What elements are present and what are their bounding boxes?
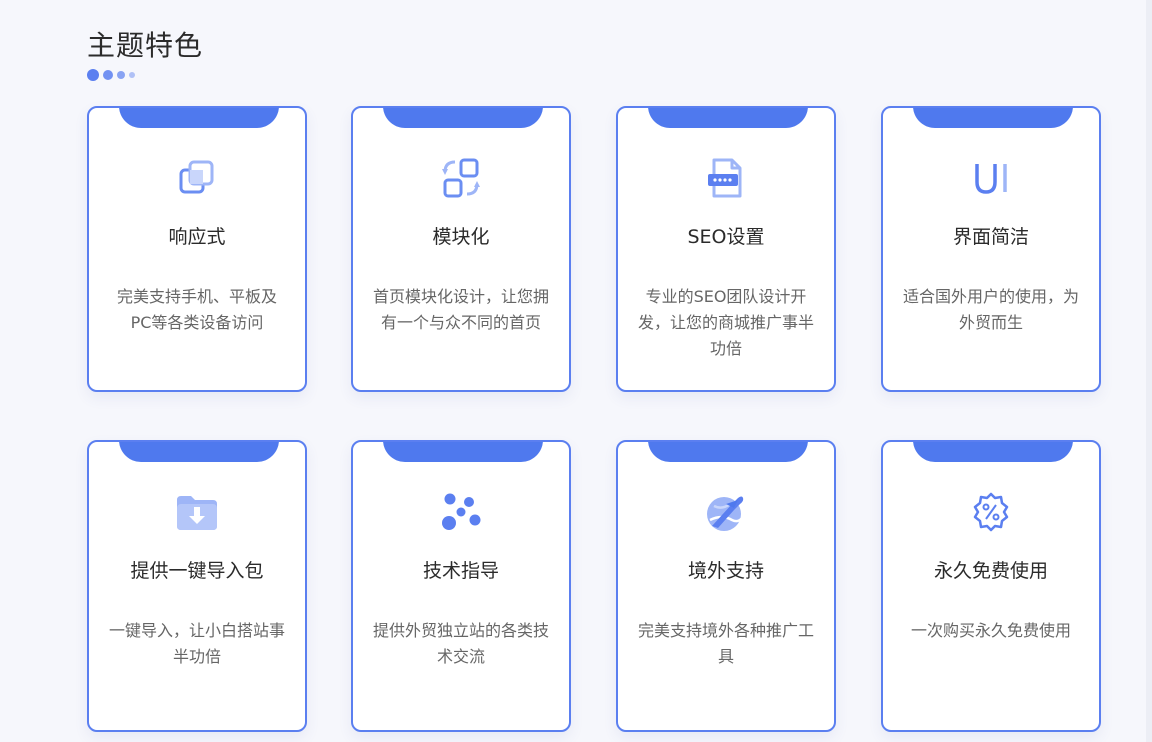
card-tab bbox=[913, 442, 1073, 462]
card-tab bbox=[383, 442, 543, 462]
seo-icon bbox=[704, 156, 748, 200]
card-description: 专业的SEO团队设计开发，让您的商城推广事半功倍 bbox=[637, 287, 814, 358]
card-title: 永久免费使用 bbox=[933, 560, 1048, 582]
card-tab bbox=[119, 108, 279, 128]
card-description: 完美支持手机、平板及PC等各类设备访问 bbox=[116, 287, 277, 332]
folder-download-icon bbox=[175, 490, 219, 534]
feature-card-ui[interactable]: 界面简洁 适合国外用户的使用，为外贸而生 bbox=[881, 106, 1101, 392]
card-title: 提供一键导入包 bbox=[130, 560, 264, 582]
feature-card-responsive[interactable]: 响应式 完美支持手机、平板及PC等各类设备访问 bbox=[87, 106, 307, 392]
feature-card-tech-support[interactable]: 技术指导 提供外贸独立站的各类技术交流 bbox=[351, 440, 571, 732]
decoration-dot bbox=[117, 71, 125, 79]
feature-card-import[interactable]: 提供一键导入包 一键导入，让小白搭站事半功倍 bbox=[87, 440, 307, 732]
card-tab bbox=[648, 442, 808, 462]
card-tab bbox=[119, 442, 279, 462]
decoration-dot bbox=[87, 69, 99, 81]
card-description: 一次购买永久免费使用 bbox=[910, 621, 1071, 640]
feature-card-modules[interactable]: 模块化 首页模块化设计，让您拥有一个与众不同的首页 bbox=[351, 106, 571, 392]
molecule-icon bbox=[439, 490, 483, 534]
card-title: 响应式 bbox=[168, 226, 226, 248]
feature-card-free[interactable]: 永久免费使用 一次购买永久免费使用 bbox=[881, 440, 1101, 732]
card-description: 提供外贸独立站的各类技术交流 bbox=[372, 621, 549, 666]
scrollbar-track[interactable] bbox=[1146, 0, 1152, 742]
modules-icon bbox=[439, 156, 483, 200]
card-title: 境外支持 bbox=[687, 560, 764, 582]
card-tab bbox=[913, 108, 1073, 128]
card-description: 完美支持境外各种推广工具 bbox=[637, 621, 814, 666]
card-title: 界面简洁 bbox=[952, 226, 1029, 248]
card-title: SEO设置 bbox=[687, 226, 765, 248]
title-decoration-dots bbox=[87, 69, 139, 81]
card-title: 模块化 bbox=[432, 226, 490, 248]
responsive-icon bbox=[175, 156, 219, 200]
feature-card-overseas[interactable]: 境外支持 完美支持境外各种推广工具 bbox=[616, 440, 836, 732]
card-description: 适合国外用户的使用，为外贸而生 bbox=[902, 287, 1079, 332]
card-title: 技术指导 bbox=[422, 560, 499, 582]
airplane-globe-icon bbox=[704, 490, 748, 534]
card-tab bbox=[648, 108, 808, 128]
card-description: 一键导入，让小白搭站事半功倍 bbox=[108, 621, 285, 666]
decoration-dot bbox=[129, 72, 135, 78]
feature-card-seo[interactable]: SEO设置 专业的SEO团队设计开发，让您的商城推广事半功倍 bbox=[616, 106, 836, 392]
decoration-dot bbox=[103, 70, 113, 80]
section-title: 主题特色 bbox=[87, 29, 204, 62]
discount-badge-icon bbox=[969, 490, 1013, 534]
card-tab bbox=[383, 108, 543, 128]
ui-icon bbox=[969, 156, 1013, 200]
card-description: 首页模块化设计，让您拥有一个与众不同的首页 bbox=[372, 287, 549, 332]
